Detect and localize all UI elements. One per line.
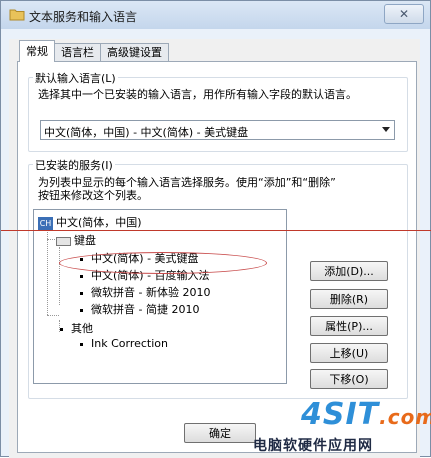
tree-keyboard-item[interactable]: 微软拼音 - 简捷 2010 xyxy=(80,301,199,317)
dialog-window: 文本服务和输入语言 ✕ 常规 语言栏 高级键设置 默认输入语言(L) 选择其中一… xyxy=(0,0,431,458)
remove-button[interactable]: 删除(R) xyxy=(310,289,388,309)
annotation-line xyxy=(1,230,431,231)
installed-services-label: 已安装的服务(I) xyxy=(33,157,115,173)
move-down-button[interactable]: 下移(O) xyxy=(310,369,388,389)
default-language-description: 选择其中一个已安装的输入语言，用作所有输入字段的默认语言。 xyxy=(38,88,357,101)
close-icon: ✕ xyxy=(398,7,410,21)
watermark-logo: 4SIT.com xyxy=(301,397,431,432)
folder-icon xyxy=(9,9,25,21)
tree-language-node[interactable]: CH 中文(简体，中国) xyxy=(38,214,142,230)
services-tree[interactable]: CH 中文(简体，中国) 键盘 中文(简体) - 美式键盘 中文(简体) - 百度… xyxy=(33,209,287,384)
installed-services-description-2: 按钮来修改这个列表。 xyxy=(38,189,148,202)
close-button[interactable]: ✕ xyxy=(384,4,424,24)
tree-other-node[interactable]: 其他 xyxy=(60,320,93,336)
bullet-icon xyxy=(60,327,63,331)
dialog-body: 常规 语言栏 高级键设置 默认输入语言(L) 选择其中一个已安装的输入语言，用作… xyxy=(9,39,420,458)
tree-language-label: 中文(简体，中国) xyxy=(56,216,142,229)
ok-button[interactable]: 确定 xyxy=(184,423,256,443)
properties-button[interactable]: 属性(P)... xyxy=(310,316,388,336)
tree-other-item[interactable]: Ink Correction xyxy=(80,337,168,350)
tree-keyboard-node[interactable]: 键盘 xyxy=(56,232,96,248)
watermark-text: 电脑软硬件应用网 xyxy=(253,438,373,454)
default-language-label: 默认输入语言(L) xyxy=(33,70,118,86)
window-title: 文本服务和输入语言 xyxy=(29,10,138,24)
installed-services-description-1: 为列表中显示的每个输入语言选择服务。使用“添加”和“删除” xyxy=(38,176,336,189)
default-language-select[interactable]: 中文(简体，中国) - 中文(简体) - 美式键盘 xyxy=(40,120,395,140)
tab-advanced-key-settings[interactable]: 高级键设置 xyxy=(100,43,169,62)
annotation-ellipse xyxy=(59,252,267,274)
tab-language-bar[interactable]: 语言栏 xyxy=(54,43,101,62)
keyboard-icon xyxy=(56,236,71,246)
language-badge: CH xyxy=(38,216,53,230)
bullet-icon xyxy=(80,274,83,278)
bullet-icon xyxy=(80,291,83,295)
tree-keyboard-label: 键盘 xyxy=(74,234,96,247)
tree-keyboard-item[interactable]: 微软拼音 - 新体验 2010 xyxy=(80,284,210,300)
chevron-down-icon xyxy=(382,127,390,132)
default-language-value: 中文(简体，中国) - 中文(简体) - 美式键盘 xyxy=(44,126,249,139)
tab-general[interactable]: 常规 xyxy=(19,40,55,62)
add-button[interactable]: 添加(D)... xyxy=(310,261,388,281)
bullet-icon xyxy=(80,308,83,312)
tab-strip: 常规 语言栏 高级键设置 xyxy=(19,40,169,62)
move-up-button[interactable]: 上移(U) xyxy=(310,343,388,363)
title-bar: 文本服务和输入语言 ✕ xyxy=(1,1,430,29)
bullet-icon xyxy=(80,342,83,346)
